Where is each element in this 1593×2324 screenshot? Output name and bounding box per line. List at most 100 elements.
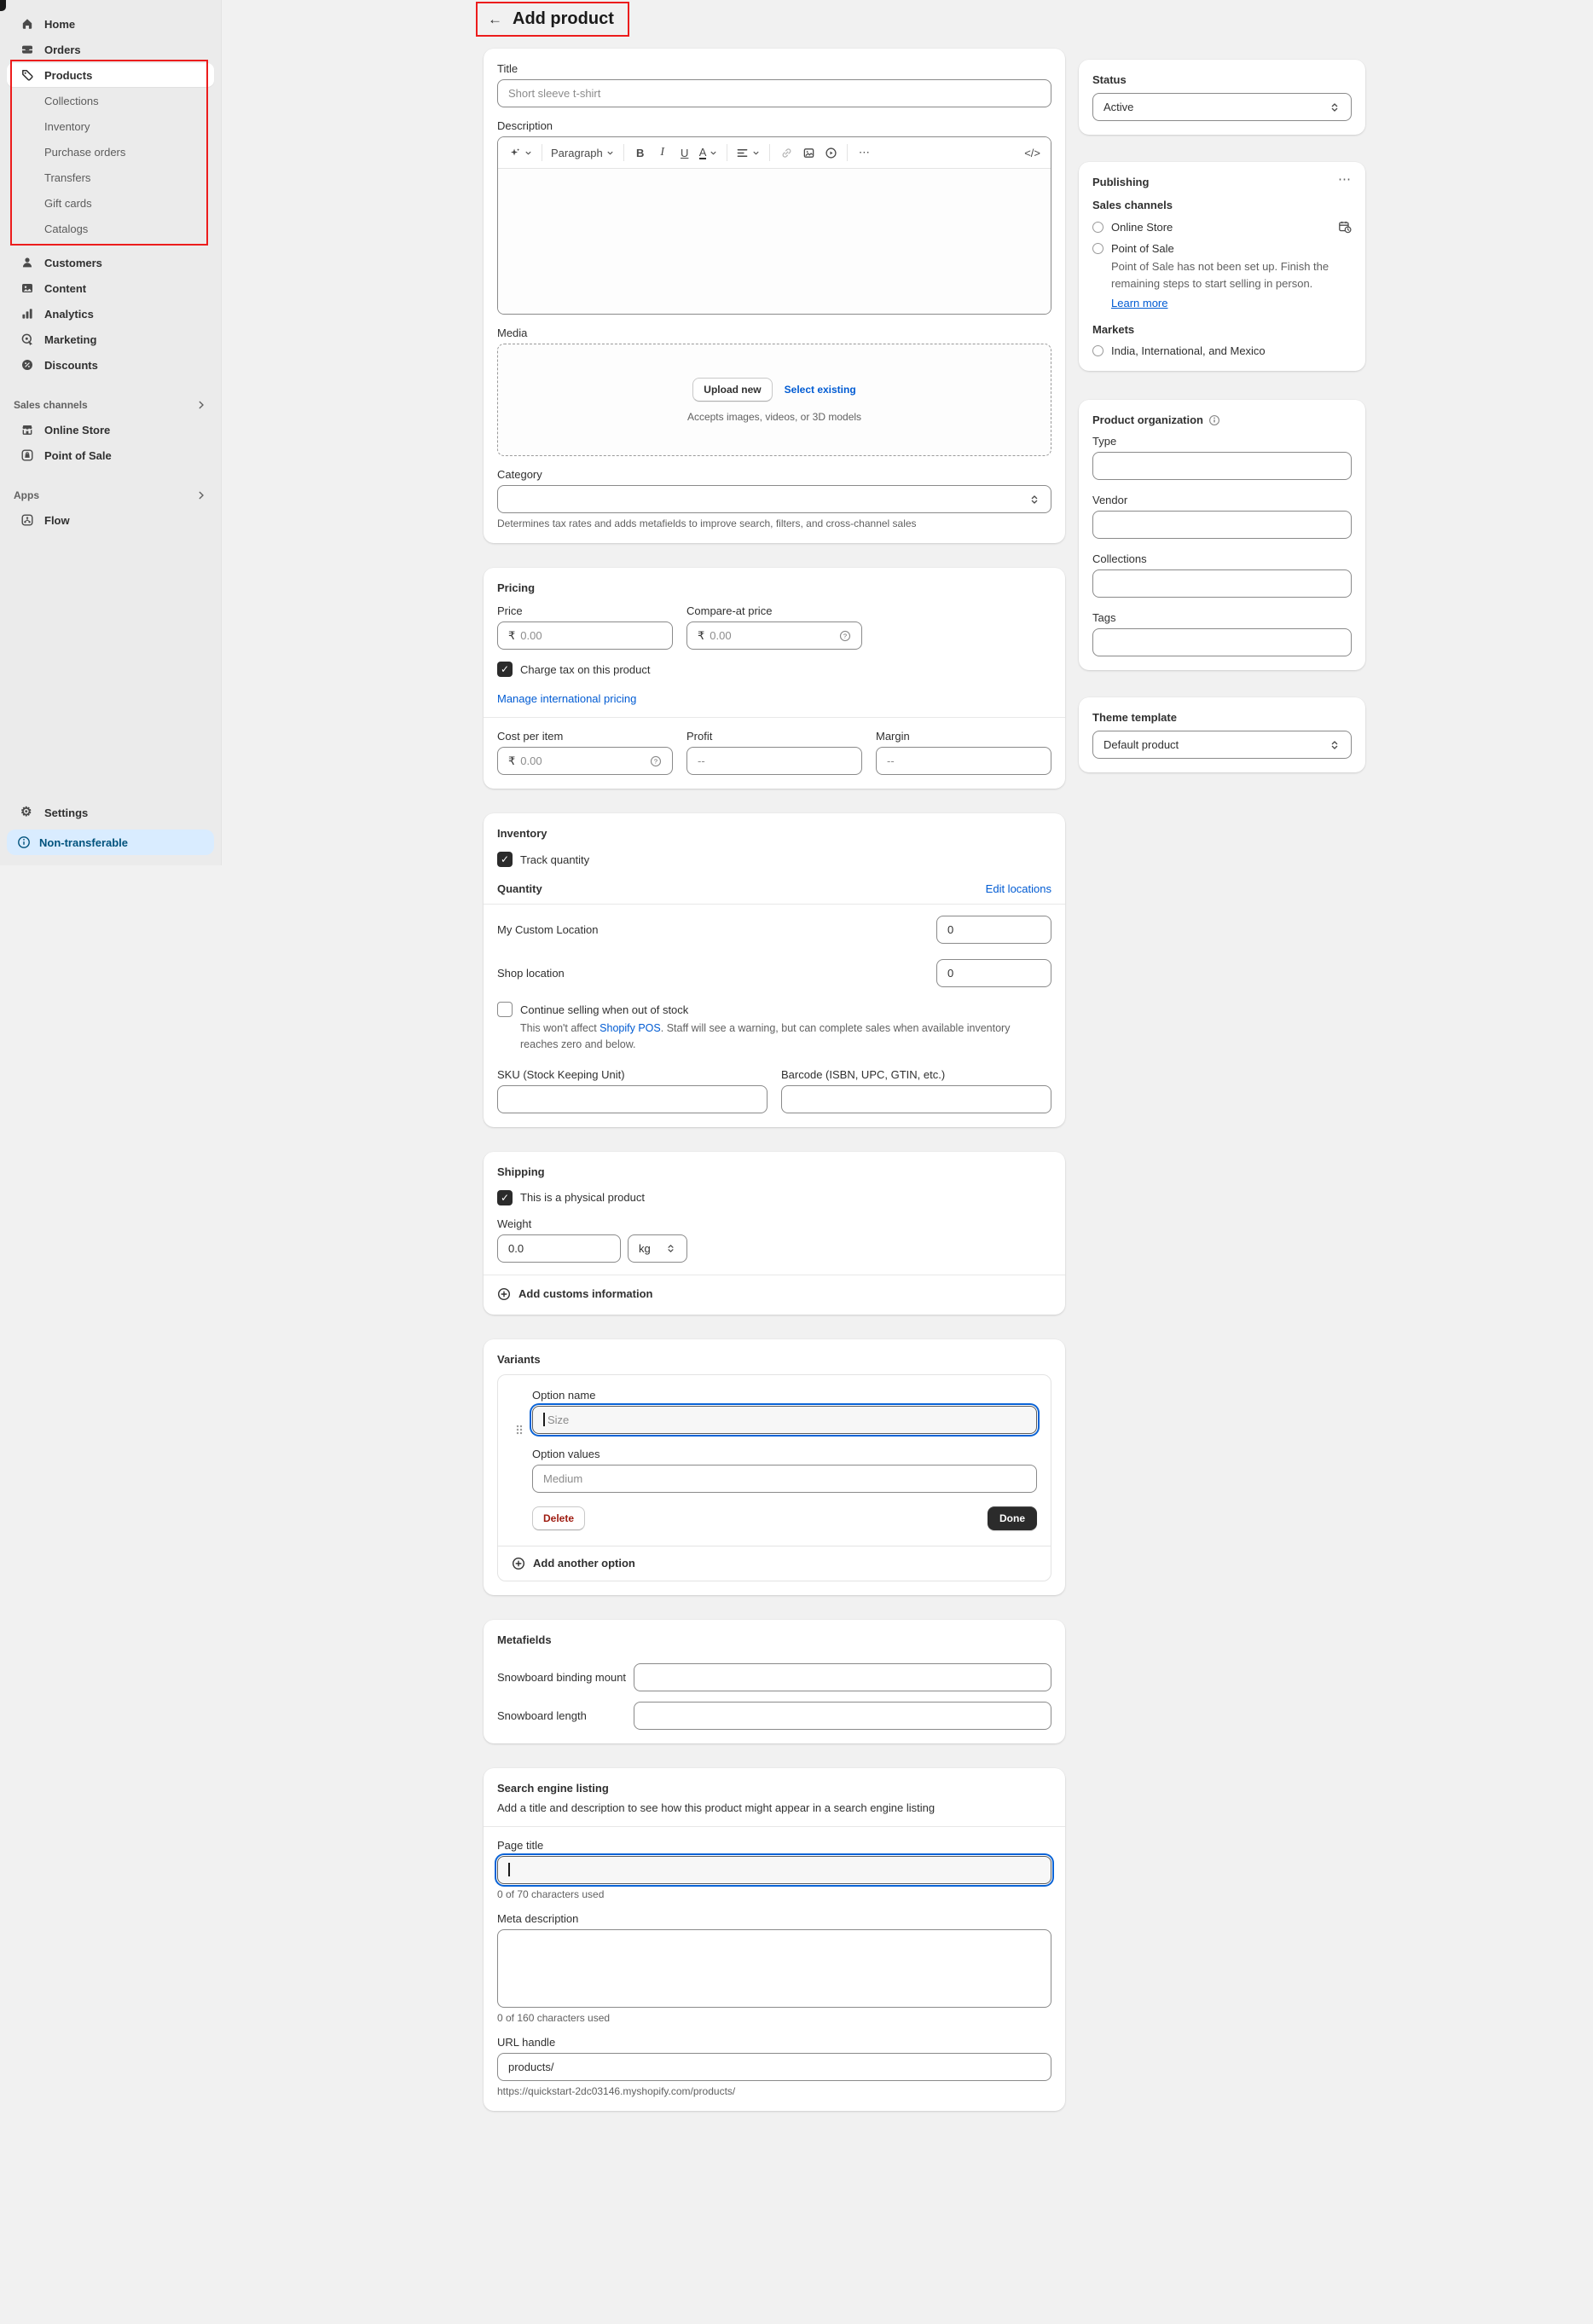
insert-image-icon[interactable] (797, 141, 820, 165)
charge-tax-checkbox[interactable]: ✓ Charge tax on this product (497, 662, 1051, 677)
more-options-icon[interactable]: ⋯ (853, 141, 875, 165)
alignment-button[interactable] (733, 141, 764, 165)
url-handle-input[interactable] (497, 2053, 1051, 2081)
underline-button[interactable]: U (674, 141, 696, 165)
option-value-input[interactable] (532, 1465, 1037, 1493)
cost-per-item-label: Cost per item (497, 730, 673, 743)
radio-icon[interactable] (1092, 243, 1104, 254)
bold-button[interactable]: B (629, 141, 652, 165)
sidebar-item-flow[interactable]: Flow (7, 508, 214, 532)
weight-input[interactable] (497, 1234, 621, 1263)
back-button[interactable]: ← (488, 11, 502, 28)
option-name-input[interactable]: Size (532, 1406, 1037, 1434)
add-another-option-button[interactable]: Add another option (512, 1557, 1037, 1570)
manage-international-pricing-link[interactable]: Manage international pricing (497, 692, 636, 705)
select-existing-link[interactable]: Select existing (785, 384, 856, 396)
type-input[interactable] (1092, 452, 1352, 480)
italic-button[interactable]: I (652, 141, 674, 165)
question-icon[interactable]: ? (650, 755, 662, 767)
barcode-input[interactable] (781, 1085, 1051, 1113)
pos-note: Point of Sale has not been set up. Finis… (1111, 258, 1352, 292)
page-title-counter: 0 of 70 characters used (497, 1888, 1051, 1900)
radio-icon[interactable] (1092, 345, 1104, 356)
continue-selling-checkbox[interactable]: Continue selling when out of stock (497, 1002, 1051, 1017)
sidebar-item-settings[interactable]: ⚙ Settings (7, 801, 214, 824)
sidebar-item-orders[interactable]: Orders (7, 38, 214, 61)
cost-per-item-input[interactable]: ₹ 0.00 ? (497, 747, 673, 775)
vendor-input[interactable] (1092, 511, 1352, 539)
collections-input[interactable] (1092, 569, 1352, 598)
price-input[interactable]: ₹ 0.00 (497, 621, 673, 650)
question-icon[interactable]: ? (839, 630, 851, 642)
code-view-icon[interactable]: </> (1021, 141, 1044, 165)
inventory-title: Inventory (497, 827, 1051, 840)
description-textarea[interactable] (498, 169, 1051, 314)
quantity-input-shop-location[interactable] (936, 959, 1051, 987)
sidebar-item-catalogs[interactable]: Catalogs (7, 217, 214, 240)
profit-input[interactable]: -- (686, 747, 862, 775)
weight-unit-select[interactable]: kg (628, 1234, 687, 1263)
sidebar-item-content[interactable]: Content (7, 276, 214, 300)
quantity-input-custom-location[interactable] (936, 916, 1051, 944)
text-color-button[interactable]: A (696, 141, 722, 165)
link-icon[interactable] (775, 141, 797, 165)
orders-icon (20, 43, 34, 56)
info-icon[interactable] (1208, 414, 1220, 426)
meta-description-textarea[interactable] (497, 1929, 1051, 2008)
product-organization-card: Product organization Type Vendor Collect… (1079, 400, 1365, 670)
sidebar-item-customers[interactable]: Customers (7, 251, 214, 275)
gear-icon: ⚙ (20, 806, 34, 819)
physical-product-checkbox[interactable]: ✓ This is a physical product (497, 1190, 1051, 1205)
plan-badge[interactable]: Non-transferable (7, 830, 214, 855)
sidebar-section-sales-channels[interactable]: Sales channels (10, 394, 211, 416)
title-label: Title (497, 62, 1051, 75)
sidebar-item-online-store[interactable]: Online Store (7, 418, 214, 442)
page-title-input[interactable] (497, 1856, 1051, 1884)
sidebar-section-apps[interactable]: Apps (10, 484, 211, 506)
shipping-title: Shipping (497, 1165, 1051, 1178)
overflow-menu-icon[interactable]: ⋯ (1338, 176, 1352, 184)
metafield-input-length[interactable] (634, 1702, 1051, 1730)
variants-card: Variants Option name Size Option values … (484, 1339, 1065, 1595)
edit-locations-link[interactable]: Edit locations (986, 882, 1051, 895)
add-customs-information-button[interactable]: Add customs information (497, 1287, 1051, 1301)
sidebar-item-analytics[interactable]: Analytics (7, 302, 214, 326)
drag-handle-icon[interactable] (507, 1389, 532, 1530)
ai-magic-icon[interactable] (505, 141, 536, 165)
shopify-pos-link[interactable]: Shopify POS (600, 1022, 661, 1034)
media-dropzone[interactable]: Upload new Select existing Accepts image… (497, 344, 1051, 456)
schedule-calendar-icon[interactable] (1338, 220, 1352, 234)
sidebar-item-marketing[interactable]: Marketing (7, 327, 214, 351)
metafield-input-binding-mount[interactable] (634, 1663, 1051, 1691)
delete-option-button[interactable]: Delete (532, 1506, 585, 1530)
tags-input[interactable] (1092, 628, 1352, 656)
sidebar-item-discounts[interactable]: Discounts (7, 353, 214, 377)
sidebar-item-inventory[interactable]: Inventory (7, 114, 214, 138)
upload-new-button[interactable]: Upload new (692, 378, 772, 402)
sku-input[interactable] (497, 1085, 768, 1113)
margin-input[interactable]: -- (876, 747, 1051, 775)
radio-icon[interactable] (1092, 222, 1104, 233)
status-select[interactable]: Active (1092, 93, 1352, 121)
sidebar-item-gift-cards[interactable]: Gift cards (7, 191, 214, 215)
title-input[interactable] (497, 79, 1051, 107)
sidebar-item-collections[interactable]: Collections (7, 89, 214, 113)
paragraph-style-dropdown[interactable]: Paragraph (547, 141, 618, 165)
option-name-label: Option name (532, 1389, 1037, 1402)
sidebar-item-purchase-orders[interactable]: Purchase orders (7, 140, 214, 164)
sidebar-item-transfers[interactable]: Transfers (7, 165, 214, 189)
track-quantity-checkbox[interactable]: ✓ Track quantity (497, 852, 1051, 867)
done-button[interactable]: Done (988, 1506, 1037, 1530)
markets-value: India, International, and Mexico (1111, 344, 1266, 357)
sidebar-item-products[interactable]: Products (7, 63, 214, 87)
insert-video-icon[interactable] (820, 141, 842, 165)
theme-template-select[interactable]: Default product (1092, 731, 1352, 759)
sidebar-item-home[interactable]: Home (7, 12, 214, 36)
learn-more-link[interactable]: Learn more (1111, 297, 1167, 309)
theme-template-card: Theme template Default product (1079, 697, 1365, 772)
discounts-icon (20, 358, 34, 372)
sidebar-item-point-of-sale[interactable]: Point of Sale (7, 443, 214, 467)
location-name: Shop location (497, 967, 565, 980)
category-select[interactable] (497, 485, 1051, 513)
compare-at-price-input[interactable]: ₹ 0.00 ? (686, 621, 862, 650)
